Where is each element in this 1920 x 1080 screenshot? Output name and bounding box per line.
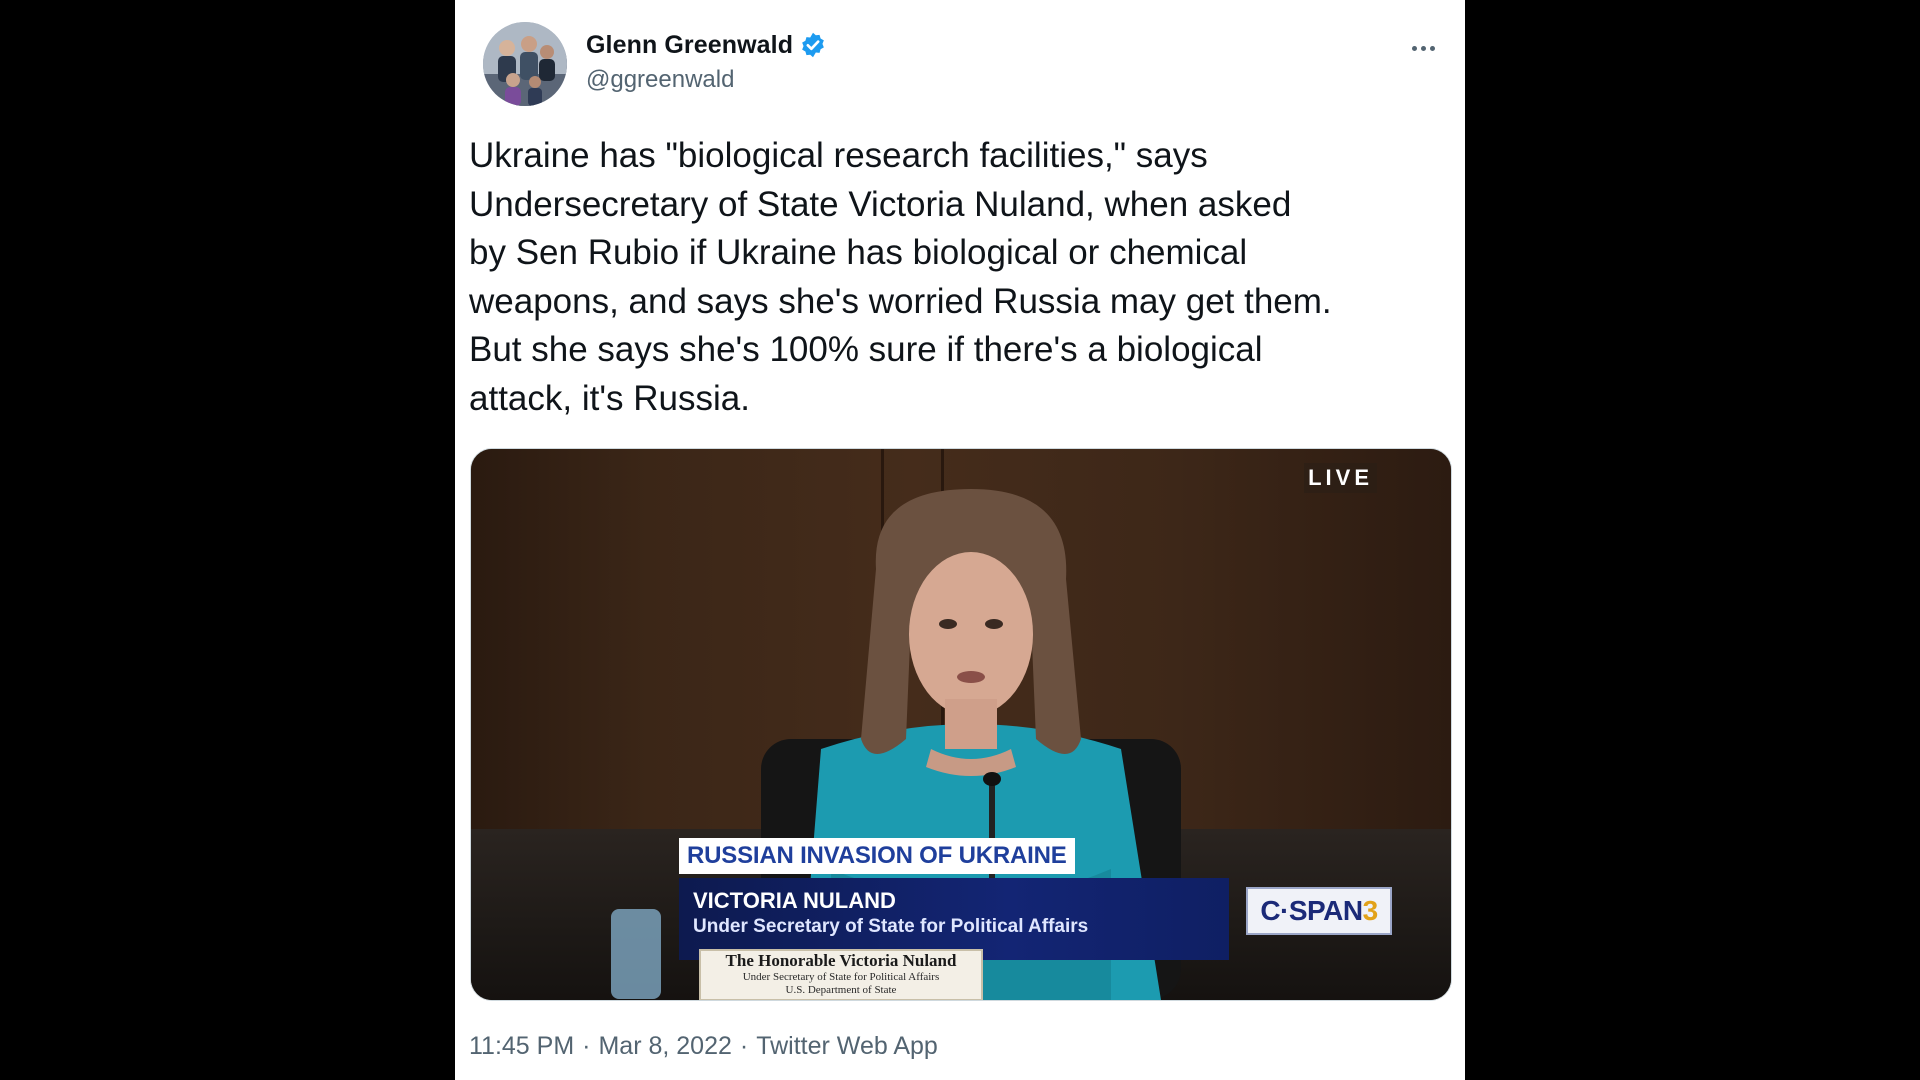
author-name[interactable]: Glenn Greenwald [586, 31, 793, 60]
tweet-text: Ukraine has "biological research facilit… [469, 136, 1332, 418]
more-horizontal-icon [1429, 45, 1435, 51]
speaker-name-bar: VICTORIA NULAND Under Secretary of State… [679, 878, 1229, 960]
tweet-header: Glenn Greenwald @ggreenwald [469, 22, 1451, 106]
avatar-photo [483, 22, 567, 106]
author-handle[interactable]: @ggreenwald [586, 66, 827, 94]
verified-badge-icon [799, 31, 827, 59]
tweet-time[interactable]: 11:45 PM [469, 1032, 574, 1061]
more-horizontal-icon [1411, 45, 1417, 51]
tweet-date[interactable]: Mar 8, 2022 [598, 1032, 731, 1061]
tweet-meta: 11:45 PM · Mar 8, 2022 · Twitter Web App [469, 1032, 938, 1061]
nameplate-title: Under Secretary of State for Political A… [742, 971, 940, 983]
more-options-button[interactable] [1403, 36, 1443, 60]
meta-separator: · [739, 1032, 749, 1060]
tweet-video[interactable]: LIVE RUSSIAN INVASION OF UKRAINE VICTORI… [470, 448, 1452, 1001]
speaker-title: Under Secretary of State for Political A… [693, 916, 1089, 937]
video-frame: Glenn Greenwald @ggreenwald Ukraine has … [0, 0, 1920, 1080]
nameplate-name: The Honorable Victoria Nuland [725, 951, 957, 970]
tweet-source[interactable]: Twitter Web App [756, 1032, 938, 1061]
cspan3-logo: C·SPAN 3 [1246, 887, 1392, 935]
meta-separator: · [582, 1032, 591, 1060]
avatar[interactable] [483, 22, 567, 106]
author-block: Glenn Greenwald @ggreenwald [586, 30, 827, 94]
desk-nameplate: The Honorable Victoria Nuland Under Secr… [699, 949, 983, 1000]
more-horizontal-icon [1420, 45, 1426, 51]
speaker-name: VICTORIA NULAND [693, 888, 896, 913]
lower-third: RUSSIAN INVASION OF UKRAINE VICTORIA NUL… [679, 838, 1239, 960]
network-logo-number: 3 [1362, 895, 1379, 926]
author-name-row: Glenn Greenwald [586, 30, 827, 60]
topic-banner: RUSSIAN INVASION OF UKRAINE [679, 838, 1075, 874]
network-logo-main: C·SPAN [1260, 895, 1363, 926]
live-badge: LIVE [1304, 463, 1377, 493]
nameplate-department: U.S. Department of State [785, 984, 897, 996]
tweet-card[interactable]: Glenn Greenwald @ggreenwald Ukraine has … [455, 0, 1465, 1080]
